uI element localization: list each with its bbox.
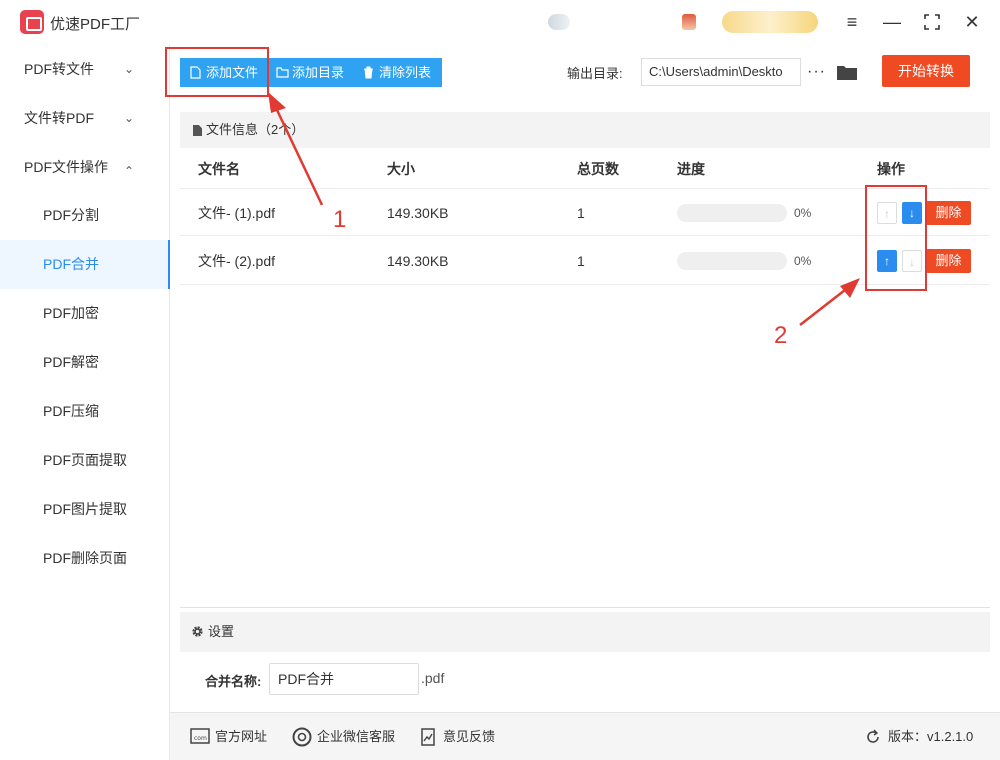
add-folder-label: 添加目录 <box>292 65 345 80</box>
version-label: 版本：v1.2.1.0 <box>888 729 974 744</box>
sidebar-item-pdf-merge[interactable]: PDF合并 <box>0 240 170 289</box>
settings-header: 设置 <box>180 612 990 652</box>
file-size: 149.30KB <box>387 205 449 221</box>
sidebar-item-pdf-decrypt[interactable]: PDF解密 <box>0 338 170 387</box>
trash-icon <box>364 66 373 79</box>
maximize-icon[interactable] <box>918 8 946 36</box>
add-folder-button[interactable]: 添加目录 <box>266 58 353 87</box>
chevron-up-icon: ⌃ <box>124 164 135 178</box>
sidebar-group-pdf-to-file[interactable]: PDF转文件 ⌄ <box>0 45 170 93</box>
chevron-down-icon: ⌄ <box>124 111 135 125</box>
output-dir-input[interactable]: C:\Users\admin\Deskto <box>641 58 801 86</box>
refresh-icon <box>867 729 879 743</box>
merge-name-extension: .pdf <box>421 670 445 686</box>
svg-text:com: com <box>194 735 207 742</box>
annotation-box-add-file <box>165 47 269 97</box>
output-dir-label: 输出目录: <box>567 66 623 81</box>
toolbar: 添加文件 添加目录 清除列表 输出目录: C:\Users\admin\Desk… <box>170 44 1000 100</box>
app-logo-icon <box>20 10 44 34</box>
settings-body: 合并名称: PDF合并 .pdf <box>180 652 990 702</box>
annotation-label-2: 2 <box>774 322 788 349</box>
column-header-actions: 操作 <box>877 161 905 177</box>
sidebar-group-file-to-pdf[interactable]: 文件转PDF ⌄ <box>0 94 170 142</box>
file-info-header: 文件信息（2个） <box>180 112 990 148</box>
sidebar-item-pdf-delete-pages[interactable]: PDF删除页面 <box>0 534 170 583</box>
folder-outline-icon <box>276 67 289 78</box>
gift-icon[interactable] <box>682 14 696 30</box>
more-options-button[interactable]: ··· <box>807 58 826 86</box>
open-folder-icon[interactable] <box>837 64 857 80</box>
sidebar-item-pdf-encrypt[interactable]: PDF加密 <box>0 289 170 338</box>
annotation-label-1: 1 <box>333 206 347 233</box>
clear-list-button[interactable]: 清除列表 <box>353 58 442 87</box>
cloud-icon[interactable] <box>548 14 570 30</box>
close-icon[interactable]: ✕ <box>958 8 986 36</box>
hamburger-icon[interactable]: ≡ <box>838 8 866 36</box>
document-icon <box>193 125 202 136</box>
sidebar: PDF转文件 ⌄ 文件转PDF ⌄ PDF文件操作 ⌃ PDF分割 PDF合并 … <box>0 44 170 760</box>
file-name: 文件- (2).pdf <box>198 253 276 269</box>
file-info-title: 文件信息（2个） <box>206 122 305 137</box>
sidebar-item-pdf-image-extract[interactable]: PDF图片提取 <box>0 485 170 534</box>
sidebar-item-pdf-page-extract[interactable]: PDF页面提取 <box>0 436 170 485</box>
file-size: 149.30KB <box>387 253 449 269</box>
merge-name-input[interactable]: PDF合并 <box>269 663 419 695</box>
wechat-service-icon <box>292 727 312 747</box>
title-bar: 优速PDF工厂 ≡ — ✕ <box>0 0 1000 44</box>
file-pages: 1 <box>577 205 585 221</box>
column-header-size: 大小 <box>387 161 415 177</box>
footer: com 官方网址 企业微信客服 意见反馈 版本：v1.2.1.0 <box>170 712 1000 760</box>
start-convert-button[interactable]: 开始转换 <box>882 55 970 87</box>
account-banner[interactable] <box>722 11 818 33</box>
progress-percent: 0% <box>794 206 812 220</box>
delete-button[interactable]: 删除 <box>926 201 971 225</box>
sidebar-group-label: PDF转文件 <box>24 61 94 77</box>
official-website-link[interactable]: 官方网址 <box>215 713 267 760</box>
gear-icon <box>192 626 203 637</box>
clear-list-label: 清除列表 <box>379 65 432 80</box>
sidebar-item-pdf-split[interactable]: PDF分割 <box>0 191 170 240</box>
minimize-icon[interactable]: — <box>878 8 906 36</box>
feedback-link[interactable]: 意见反馈 <box>443 713 495 760</box>
progress-percent: 0% <box>794 254 812 268</box>
progress-bar <box>677 204 787 222</box>
column-header-progress: 进度 <box>677 161 705 177</box>
chevron-down-icon: ⌄ <box>124 62 135 76</box>
sidebar-group-label: PDF文件操作 <box>24 159 108 175</box>
sidebar-group-pdf-operations[interactable]: PDF文件操作 ⌃ <box>0 143 170 191</box>
sidebar-group-label: 文件转PDF <box>24 110 94 126</box>
file-pages: 1 <box>577 253 585 269</box>
file-name: 文件- (1).pdf <box>198 205 276 221</box>
website-icon: com <box>190 728 210 744</box>
column-header-name: 文件名 <box>198 161 240 177</box>
feedback-icon <box>421 728 435 746</box>
merge-name-label: 合并名称: <box>205 674 262 689</box>
sidebar-item-pdf-compress[interactable]: PDF压缩 <box>0 387 170 436</box>
column-header-pages: 总页数 <box>577 161 619 177</box>
delete-button[interactable]: 删除 <box>926 249 971 273</box>
progress-bar <box>677 252 787 270</box>
settings-title: 设置 <box>208 624 235 639</box>
wechat-service-link[interactable]: 企业微信客服 <box>317 713 395 760</box>
annotation-box-reorder <box>865 185 927 291</box>
app-title: 优速PDF工厂 <box>50 16 141 33</box>
